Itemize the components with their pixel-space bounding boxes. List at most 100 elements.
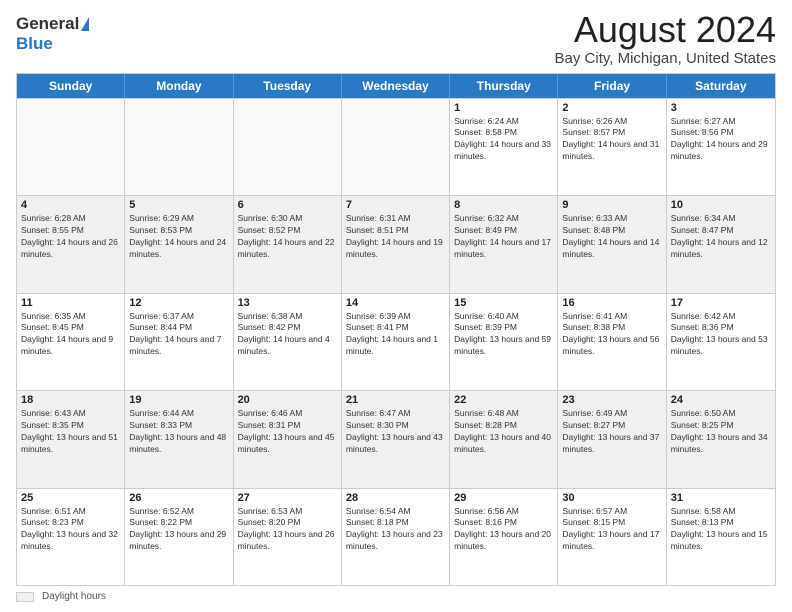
calendar-body: 1Sunrise: 6:24 AM Sunset: 8:58 PM Daylig…	[17, 98, 775, 585]
cal-cell: 21 Sunrise: 6:47 AM Sunset: 8:30 PM Dayli…	[342, 391, 450, 487]
day-number: 26	[129, 492, 228, 504]
day-info: Sunrise: 6:27 AM Sunset: 8:56 PM Dayligh…	[671, 116, 771, 164]
cal-cell: 30 Sunrise: 6:57 AM Sunset: 8:15 PM Dayli…	[558, 489, 666, 585]
day-number: 24	[671, 394, 771, 406]
day-info: Sunrise: 6:50 AM Sunset: 8:25 PM Dayligh…	[671, 408, 771, 456]
cal-cell: 9 Sunrise: 6:33 AM Sunset: 8:48 PM Daylig…	[558, 196, 666, 292]
cal-cell: 22 Sunrise: 6:48 AM Sunset: 8:28 PM Dayli…	[450, 391, 558, 487]
day-number: 1	[454, 102, 553, 114]
day-number: 6	[238, 199, 337, 211]
cal-cell	[17, 99, 125, 195]
day-info: Sunrise: 6:29 AM Sunset: 8:53 PM Dayligh…	[129, 213, 228, 261]
day-info: Sunrise: 6:40 AM Sunset: 8:39 PM Dayligh…	[454, 311, 553, 359]
day-number: 28	[346, 492, 445, 504]
day-number: 13	[238, 297, 337, 309]
day-number: 19	[129, 394, 228, 406]
cal-header-wednesday: Wednesday	[342, 74, 450, 98]
cal-cell: 6 Sunrise: 6:30 AM Sunset: 8:52 PM Daylig…	[234, 196, 342, 292]
cal-cell: 16 Sunrise: 6:41 AM Sunset: 8:38 PM Dayli…	[558, 294, 666, 390]
day-info: Sunrise: 6:51 AM Sunset: 8:23 PM Dayligh…	[21, 506, 120, 554]
calendar-header-row: SundayMondayTuesdayWednesdayThursdayFrid…	[17, 74, 775, 98]
logo-general: General	[16, 14, 79, 34]
day-info: Sunrise: 6:48 AM Sunset: 8:28 PM Dayligh…	[454, 408, 553, 456]
day-number: 8	[454, 199, 553, 211]
day-number: 23	[562, 394, 661, 406]
day-info: Sunrise: 6:43 AM Sunset: 8:35 PM Dayligh…	[21, 408, 120, 456]
day-info: Sunrise: 6:35 AM Sunset: 8:45 PM Dayligh…	[21, 311, 120, 359]
cal-cell: 25 Sunrise: 6:51 AM Sunset: 8:23 PM Dayli…	[17, 489, 125, 585]
calendar-title: August 2024	[555, 10, 776, 50]
day-info: Sunrise: 6:54 AM Sunset: 8:18 PM Dayligh…	[346, 506, 445, 554]
day-number: 9	[562, 199, 661, 211]
cal-cell: 15 Sunrise: 6:40 AM Sunset: 8:39 PM Dayli…	[450, 294, 558, 390]
day-number: 31	[671, 492, 771, 504]
day-number: 7	[346, 199, 445, 211]
cal-cell: 14Sunrise: 6:39 AM Sunset: 8:41 PM Dayli…	[342, 294, 450, 390]
day-number: 16	[562, 297, 661, 309]
cal-header-sunday: Sunday	[17, 74, 125, 98]
cal-cell: 19 Sunrise: 6:44 AM Sunset: 8:33 PM Dayli…	[125, 391, 233, 487]
cal-week-4: 25 Sunrise: 6:51 AM Sunset: 8:23 PM Dayli…	[17, 488, 775, 585]
logo: General Blue	[16, 14, 89, 54]
day-info: Sunrise: 6:41 AM Sunset: 8:38 PM Dayligh…	[562, 311, 661, 359]
cal-cell: 26Sunrise: 6:52 AM Sunset: 8:22 PM Dayli…	[125, 489, 233, 585]
cal-week-3: 18 Sunrise: 6:43 AM Sunset: 8:35 PM Dayli…	[17, 390, 775, 487]
day-number: 12	[129, 297, 228, 309]
day-info: Sunrise: 6:53 AM Sunset: 8:20 PM Dayligh…	[238, 506, 337, 554]
cal-cell: 11Sunrise: 6:35 AM Sunset: 8:45 PM Dayli…	[17, 294, 125, 390]
title-block: August 2024 Bay City, Michigan, United S…	[555, 10, 776, 67]
day-number: 21	[346, 394, 445, 406]
day-number: 5	[129, 199, 228, 211]
day-number: 2	[562, 102, 661, 114]
day-info: Sunrise: 6:30 AM Sunset: 8:52 PM Dayligh…	[238, 213, 337, 261]
day-number: 14	[346, 297, 445, 309]
day-number: 27	[238, 492, 337, 504]
daylight-box-icon	[16, 592, 34, 602]
cal-header-monday: Monday	[125, 74, 233, 98]
day-info: Sunrise: 6:26 AM Sunset: 8:57 PM Dayligh…	[562, 116, 661, 164]
cal-cell: 29 Sunrise: 6:56 AM Sunset: 8:16 PM Dayli…	[450, 489, 558, 585]
cal-cell: 13Sunrise: 6:38 AM Sunset: 8:42 PM Dayli…	[234, 294, 342, 390]
cal-cell: 5 Sunrise: 6:29 AM Sunset: 8:53 PM Daylig…	[125, 196, 233, 292]
cal-week-1: 4 Sunrise: 6:28 AM Sunset: 8:55 PM Daylig…	[17, 195, 775, 292]
day-info: Sunrise: 6:33 AM Sunset: 8:48 PM Dayligh…	[562, 213, 661, 261]
day-number: 22	[454, 394, 553, 406]
day-number: 4	[21, 199, 120, 211]
cal-cell: 4 Sunrise: 6:28 AM Sunset: 8:55 PM Daylig…	[17, 196, 125, 292]
cal-cell	[342, 99, 450, 195]
day-number: 18	[21, 394, 120, 406]
cal-cell: 20Sunrise: 6:46 AM Sunset: 8:31 PM Dayli…	[234, 391, 342, 487]
cal-cell: 27 Sunrise: 6:53 AM Sunset: 8:20 PM Dayli…	[234, 489, 342, 585]
cal-header-friday: Friday	[558, 74, 666, 98]
cal-cell: 3Sunrise: 6:27 AM Sunset: 8:56 PM Daylig…	[667, 99, 775, 195]
cal-header-tuesday: Tuesday	[234, 74, 342, 98]
cal-cell: 28 Sunrise: 6:54 AM Sunset: 8:18 PM Dayli…	[342, 489, 450, 585]
cal-cell: 17 Sunrise: 6:42 AM Sunset: 8:36 PM Dayli…	[667, 294, 775, 390]
logo-triangle-icon	[81, 17, 89, 31]
cal-cell: 12Sunrise: 6:37 AM Sunset: 8:44 PM Dayli…	[125, 294, 233, 390]
cal-cell: 23 Sunrise: 6:49 AM Sunset: 8:27 PM Dayli…	[558, 391, 666, 487]
day-number: 25	[21, 492, 120, 504]
footer: Daylight hours	[16, 591, 776, 602]
day-number: 15	[454, 297, 553, 309]
page: General Blue August 2024 Bay City, Michi…	[0, 0, 792, 612]
cal-cell: 1Sunrise: 6:24 AM Sunset: 8:58 PM Daylig…	[450, 99, 558, 195]
day-number: 29	[454, 492, 553, 504]
day-info: Sunrise: 6:42 AM Sunset: 8:36 PM Dayligh…	[671, 311, 771, 359]
day-info: Sunrise: 6:44 AM Sunset: 8:33 PM Dayligh…	[129, 408, 228, 456]
cal-cell	[234, 99, 342, 195]
day-number: 10	[671, 199, 771, 211]
day-info: Sunrise: 6:47 AM Sunset: 8:30 PM Dayligh…	[346, 408, 445, 456]
day-number: 17	[671, 297, 771, 309]
calendar: SundayMondayTuesdayWednesdayThursdayFrid…	[16, 73, 776, 586]
cal-week-0: 1Sunrise: 6:24 AM Sunset: 8:58 PM Daylig…	[17, 98, 775, 195]
cal-cell	[125, 99, 233, 195]
cal-cell: 2 Sunrise: 6:26 AM Sunset: 8:57 PM Daylig…	[558, 99, 666, 195]
day-info: Sunrise: 6:28 AM Sunset: 8:55 PM Dayligh…	[21, 213, 120, 261]
header: General Blue August 2024 Bay City, Michi…	[16, 10, 776, 67]
day-info: Sunrise: 6:49 AM Sunset: 8:27 PM Dayligh…	[562, 408, 661, 456]
day-info: Sunrise: 6:56 AM Sunset: 8:16 PM Dayligh…	[454, 506, 553, 554]
cal-cell: 10Sunrise: 6:34 AM Sunset: 8:47 PM Dayli…	[667, 196, 775, 292]
day-number: 30	[562, 492, 661, 504]
day-info: Sunrise: 6:57 AM Sunset: 8:15 PM Dayligh…	[562, 506, 661, 554]
